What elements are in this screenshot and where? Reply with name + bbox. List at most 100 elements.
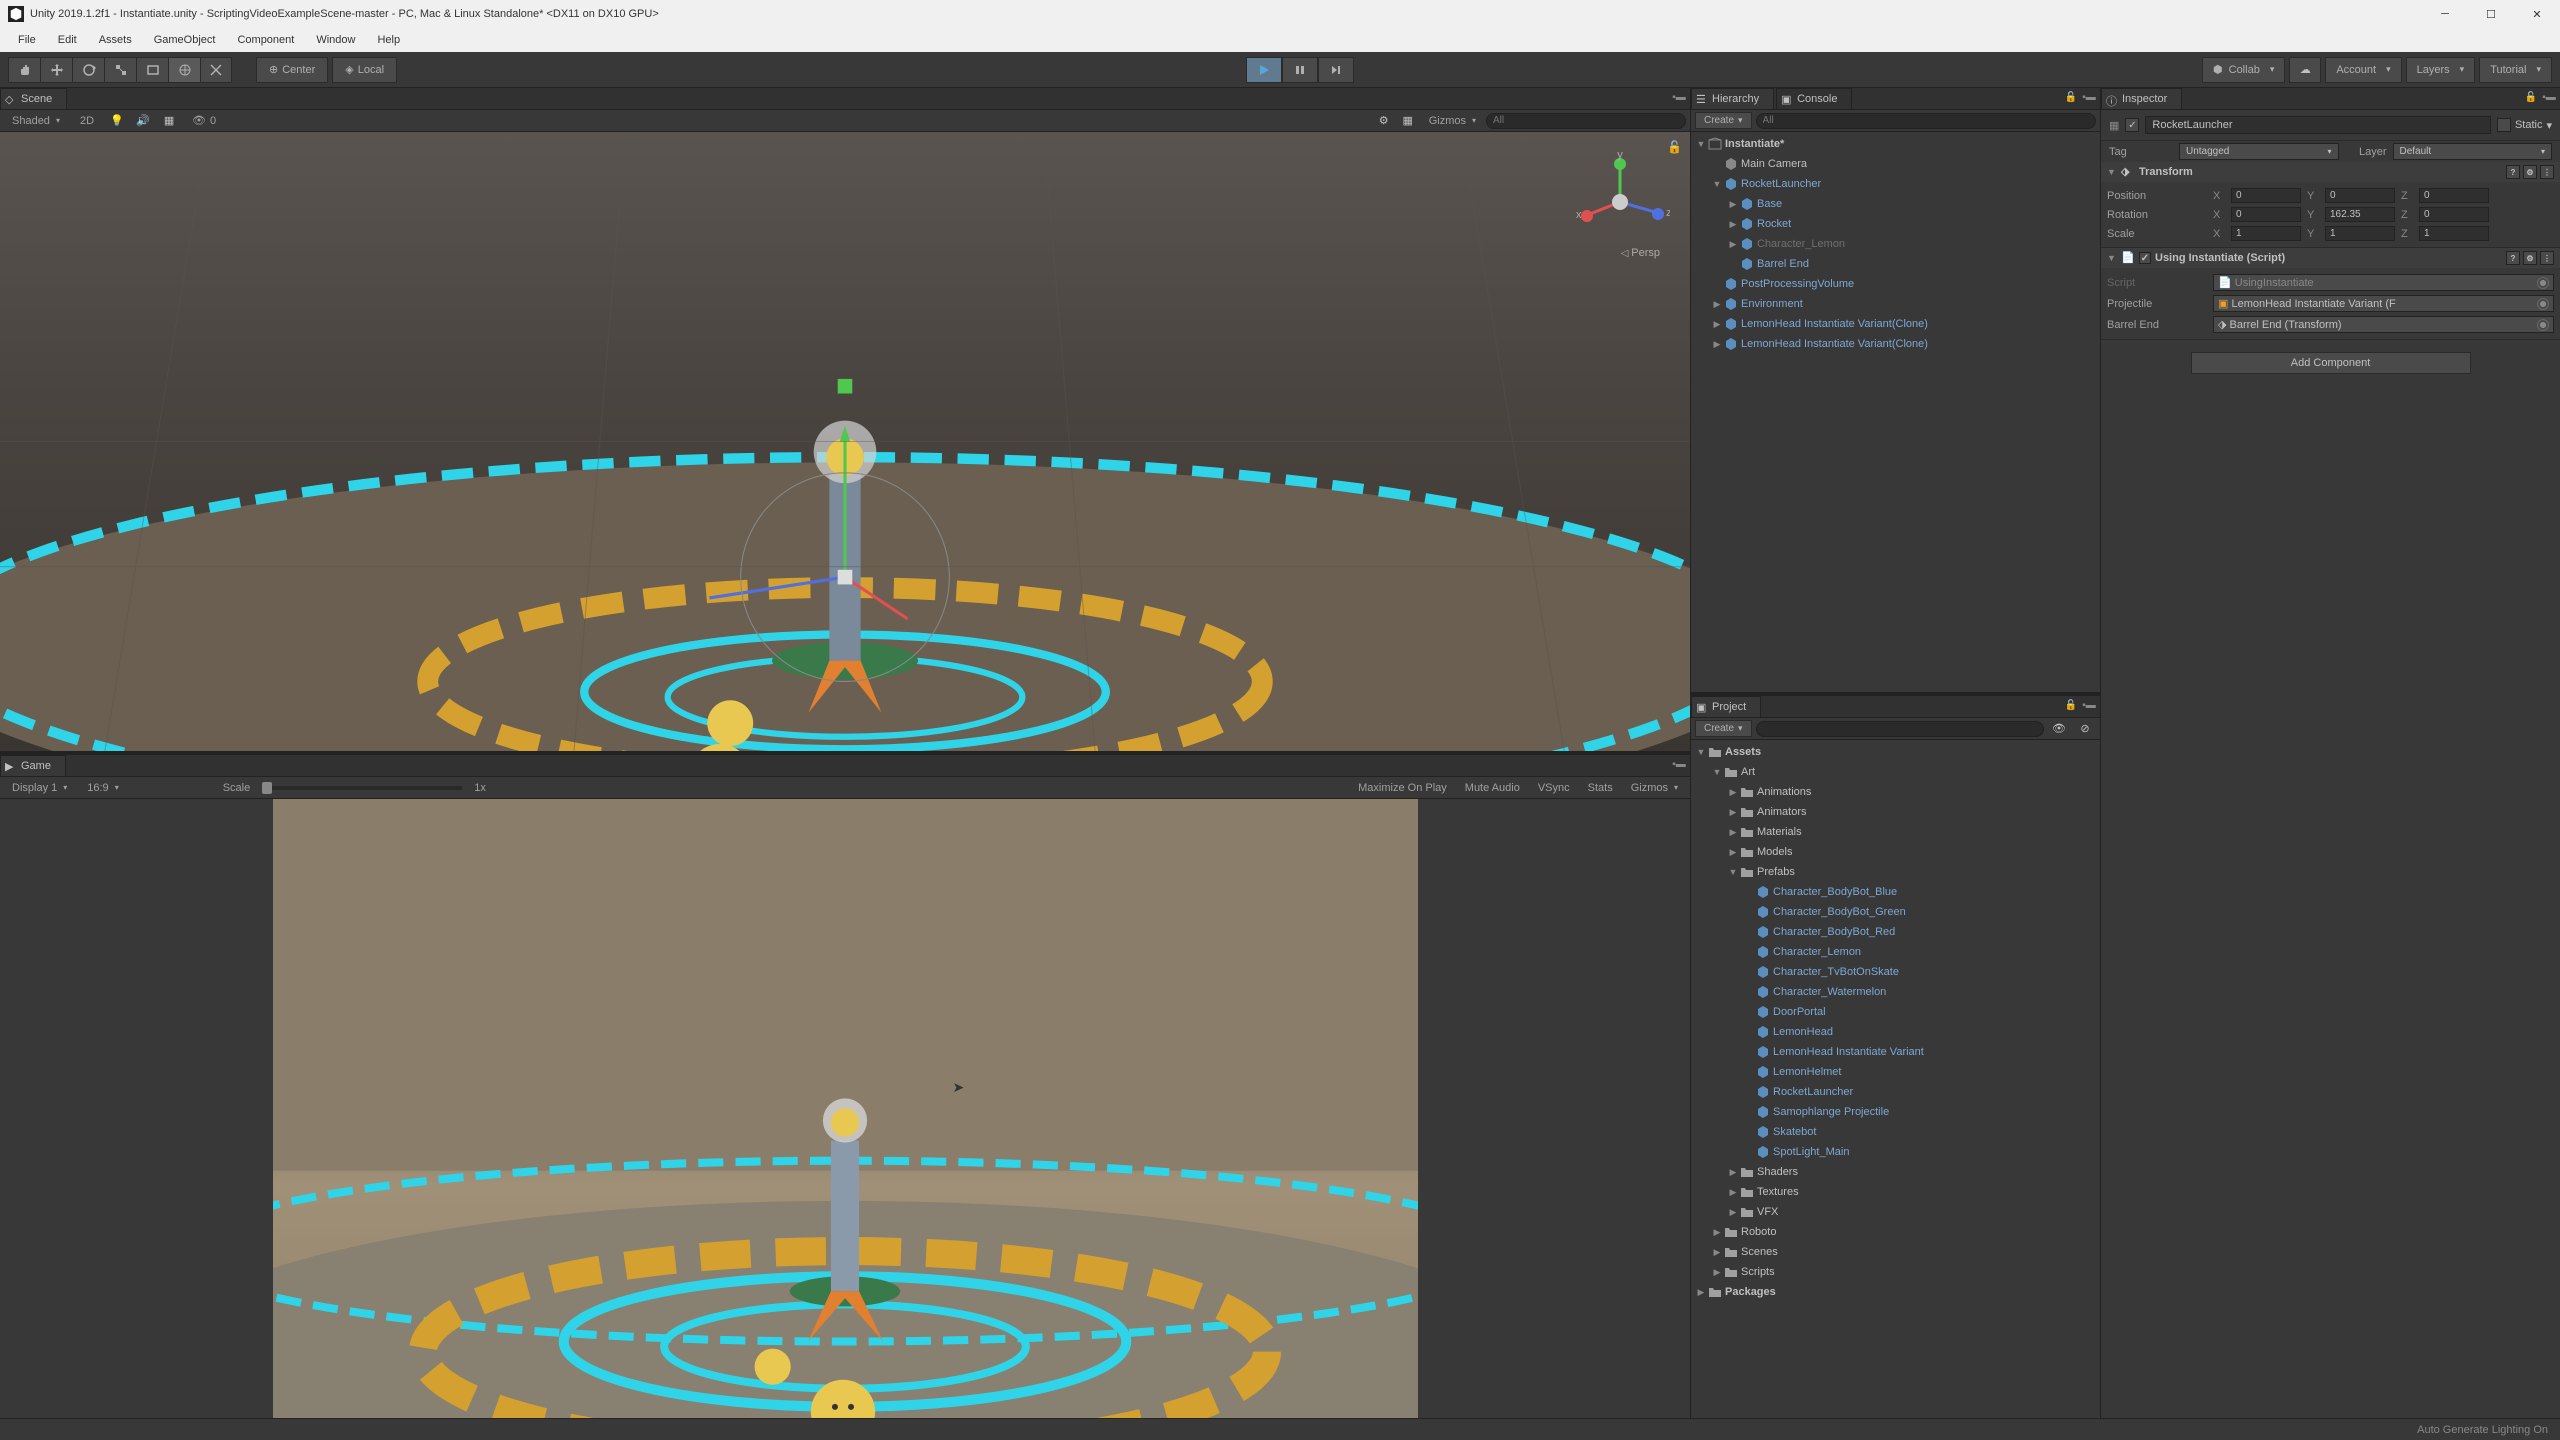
tree-arrow[interactable]: ▶ <box>1711 1267 1723 1278</box>
tree-item[interactable]: Samophlange Projectile <box>1691 1102 2100 1122</box>
play-button[interactable] <box>1246 57 1282 83</box>
tree-item[interactable]: LemonHead Instantiate Variant <box>1691 1042 2100 1062</box>
game-gizmos-dropdown[interactable]: Gizmos <box>1623 780 1686 796</box>
tree-item[interactable]: ▼Assets <box>1691 742 2100 762</box>
scene-viewport[interactable]: 🔓 y z x ◁ Persp <box>0 132 1690 751</box>
hierarchy-tab[interactable]: ☰ Hierarchy <box>1691 88 1774 109</box>
tree-item[interactable]: ▼Instantiate* <box>1691 134 2100 154</box>
game-vsync-toggle[interactable]: VSync <box>1530 780 1578 796</box>
hierarchy-tree[interactable]: ▼Instantiate*Main Camera▼RocketLauncher ▶… <box>1691 132 2100 692</box>
inspector-lock-icon[interactable]: 🔓 <box>2524 92 2538 106</box>
tree-item[interactable]: ▼RocketLauncher <box>1691 174 2100 194</box>
script-menu-button[interactable]: ⋮ <box>2540 251 2554 265</box>
scale-y-input[interactable] <box>2325 226 2395 241</box>
project-create-button[interactable]: Create <box>1695 720 1752 737</box>
project-tree[interactable]: ▼Assets▼Art▶Animations▶Animators▶Materia… <box>1691 740 2100 1418</box>
tree-arrow[interactable]: ▼ <box>1711 767 1723 777</box>
custom-tool[interactable] <box>200 57 232 83</box>
add-component-button[interactable]: Add Component <box>2191 352 2471 374</box>
account-dropdown[interactable]: Account <box>2325 57 2401 83</box>
tree-item[interactable]: ▶Environment <box>1691 294 2100 314</box>
tree-item[interactable]: Character_BodyBot_Blue <box>1691 882 2100 902</box>
menu-edit[interactable]: Edit <box>48 31 87 49</box>
tree-item[interactable]: ▼Prefabs <box>1691 862 2100 882</box>
static-dropdown-arrow[interactable]: ▾ <box>2546 119 2552 132</box>
tree-item[interactable]: Character_TvBotOnSkate <box>1691 962 2100 982</box>
hierarchy-lock-icon[interactable]: 🔓 <box>2064 92 2078 106</box>
pivot-center-button[interactable]: ⊕Center <box>256 57 328 83</box>
hand-tool[interactable] <box>8 57 40 83</box>
tree-item[interactable]: ▶Textures <box>1691 1182 2100 1202</box>
rotation-z-input[interactable] <box>2419 207 2489 222</box>
tree-arrow[interactable]: ▶ <box>1727 1187 1739 1198</box>
transform-preset-button[interactable]: ⚙ <box>2523 165 2537 179</box>
tree-item[interactable]: ▶Materials <box>1691 822 2100 842</box>
close-button[interactable]: ✕ <box>2514 0 2560 28</box>
move-tool[interactable] <box>40 57 72 83</box>
tree-item[interactable]: Character_Lemon <box>1691 942 2100 962</box>
gameobject-active-checkbox[interactable] <box>2125 118 2139 132</box>
lighting-status[interactable]: Auto Generate Lighting On <box>2417 1424 2548 1436</box>
layout-dropdown[interactable]: Tutorial <box>2479 57 2552 83</box>
tree-item[interactable]: Skatebot <box>1691 1122 2100 1142</box>
menu-window[interactable]: Window <box>306 31 365 49</box>
scene-camera-toggle[interactable]: ⚙ <box>1373 112 1395 130</box>
tree-arrow[interactable]: ▶ <box>1711 299 1723 310</box>
game-viewport[interactable]: ➤ <box>0 799 1690 1418</box>
scale-x-input[interactable] <box>2231 226 2301 241</box>
menu-file[interactable]: File <box>8 31 46 49</box>
tree-item[interactable]: SpotLight_Main <box>1691 1142 2100 1162</box>
tree-arrow[interactable]: ▶ <box>1727 787 1739 798</box>
cloud-button[interactable]: ☁ <box>2289 57 2321 83</box>
collab-button[interactable]: ⬢Collab <box>2202 57 2285 83</box>
console-tab[interactable]: ▣ Console <box>1776 88 1852 109</box>
tree-item[interactable]: Character_BodyBot_Red <box>1691 922 2100 942</box>
maximize-button[interactable]: ☐ <box>2468 0 2514 28</box>
transform-header[interactable]: ▼ ⬗ Transform ? ⚙ ⋮ <box>2101 162 2560 182</box>
tree-item[interactable]: ▶Scripts <box>1691 1262 2100 1282</box>
tree-item[interactable]: ▶Character_Lemon <box>1691 234 2100 254</box>
object-picker-icon[interactable] <box>2537 298 2549 310</box>
tree-arrow[interactable]: ▶ <box>1695 1287 1707 1298</box>
scene-2d-toggle[interactable]: 2D <box>72 113 102 129</box>
game-display-dropdown[interactable]: Display 1 <box>4 780 75 796</box>
game-stats-toggle[interactable]: Stats <box>1580 780 1621 796</box>
pivot-local-button[interactable]: ◈Local <box>332 57 397 83</box>
script-preset-button[interactable]: ⚙ <box>2523 251 2537 265</box>
tree-item[interactable]: Main Camera <box>1691 154 2100 174</box>
tree-item[interactable]: ▶Models <box>1691 842 2100 862</box>
tree-item[interactable]: DoorPortal <box>1691 1002 2100 1022</box>
hierarchy-panel-menu[interactable]: ▪▬ <box>2082 92 2096 106</box>
game-scale-slider[interactable] <box>262 786 462 790</box>
project-hidden-icon[interactable]: ⊘ <box>2074 720 2096 738</box>
script-foldout-arrow[interactable]: ▼ <box>2107 253 2117 263</box>
project-lock-icon[interactable]: 🔓 <box>2064 700 2078 714</box>
position-y-input[interactable] <box>2325 188 2395 203</box>
game-tab[interactable]: ▶ Game <box>0 755 66 776</box>
scene-gizmos-dropdown[interactable]: Gizmos <box>1421 113 1484 129</box>
script-field[interactable]: 📄 UsingInstantiate <box>2213 274 2554 291</box>
scene-search-input[interactable] <box>1486 113 1686 129</box>
tree-arrow[interactable]: ▶ <box>1727 219 1739 230</box>
tree-item[interactable]: ▶LemonHead Instantiate Variant(Clone) <box>1691 314 2100 334</box>
menu-component[interactable]: Component <box>227 31 304 49</box>
tag-dropdown[interactable]: Untagged <box>2179 143 2339 160</box>
tree-item[interactable]: ▶Rocket <box>1691 214 2100 234</box>
scene-lighting-toggle[interactable]: 💡 <box>106 112 128 130</box>
scene-gizmo-toggle-icon[interactable]: ▦ <box>1397 112 1419 130</box>
tree-item[interactable]: ▼Art <box>1691 762 2100 782</box>
transform-tool[interactable] <box>168 57 200 83</box>
tree-item[interactable]: ▶LemonHead Instantiate Variant(Clone) <box>1691 334 2100 354</box>
rotation-y-input[interactable] <box>2325 207 2395 222</box>
tree-arrow[interactable]: ▶ <box>1727 1207 1739 1218</box>
tree-item[interactable]: Barrel End <box>1691 254 2100 274</box>
tree-item[interactable]: ▶VFX <box>1691 1202 2100 1222</box>
position-z-input[interactable] <box>2419 188 2489 203</box>
project-search-input[interactable] <box>1756 721 2044 737</box>
script-help-button[interactable]: ? <box>2506 251 2520 265</box>
tree-item[interactable]: Character_BodyBot_Green <box>1691 902 2100 922</box>
tree-item[interactable]: ▶Packages <box>1691 1282 2100 1302</box>
menu-help[interactable]: Help <box>367 31 410 49</box>
script-header[interactable]: ▼ 📄 Using Instantiate (Script) ? ⚙ ⋮ <box>2101 248 2560 268</box>
tree-arrow[interactable]: ▼ <box>1711 179 1723 189</box>
